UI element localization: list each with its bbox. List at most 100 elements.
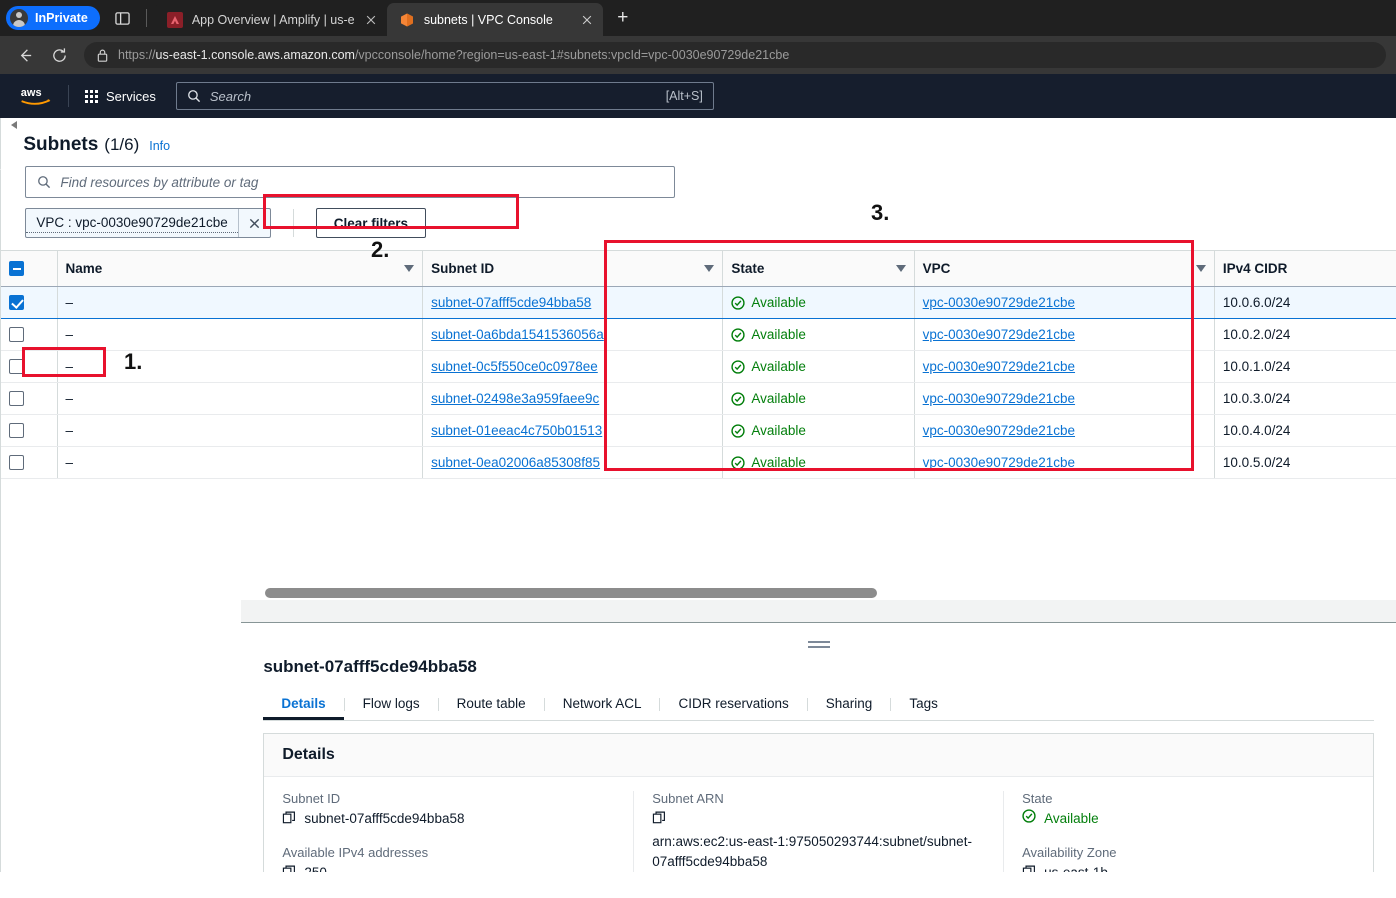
row-checkbox[interactable]	[9, 423, 25, 438]
table-row[interactable]: – subnet-0a6bda1541536056a Available vpc-00…	[1, 318, 1396, 351]
tab-flow-logs[interactable]: Flow logs	[345, 689, 438, 720]
cell-name: –	[56, 446, 423, 479]
search-row: Find resources by attribute or tag	[1, 156, 1396, 198]
table-row[interactable]: – subnet-01eeac4c750b01513 Available vpc-00…	[1, 414, 1396, 447]
inprivate-badge[interactable]: InPrivate	[6, 6, 100, 30]
tab-search-icon[interactable]	[108, 4, 138, 32]
tab-cidr-reservations[interactable]: CIDR reservations	[660, 689, 806, 720]
subnet-id-link[interactable]: subnet-0ea02006a85308f85	[431, 455, 600, 470]
subnet-id-link[interactable]: subnet-02498e3a959faee9c	[431, 391, 599, 406]
vpc-link[interactable]: vpc-0030e90729de21cbe	[923, 455, 1075, 470]
cell-vpc[interactable]: vpc-0030e90729de21cbe	[913, 446, 1215, 479]
row-select-cell[interactable]	[1, 286, 58, 319]
tab-network-acl[interactable]: Network ACL	[545, 689, 660, 720]
find-resources-input[interactable]: Find resources by attribute or tag	[25, 166, 676, 198]
select-all-header[interactable]	[1, 250, 58, 287]
vpc-filter-token-remove-icon[interactable]	[237, 209, 270, 237]
cell-ipv4-cidr: 10.0.6.0/24	[1213, 286, 1396, 319]
column-header-ipv4-cidr[interactable]: IPv4 CIDR	[1213, 250, 1396, 287]
copy-icon[interactable]	[282, 811, 296, 824]
vpc-filter-token-label: VPC : vpc-0030e90729de21cbe	[26, 213, 238, 233]
url-bar[interactable]: https://us-east-1.console.aws.amazon.com…	[84, 42, 1386, 68]
row-checkbox[interactable]	[9, 327, 25, 342]
row-checkbox[interactable]	[9, 295, 25, 310]
close-icon[interactable]	[580, 14, 594, 26]
column-header-state[interactable]: State	[722, 250, 915, 287]
tab-sharing[interactable]: Sharing	[808, 689, 891, 720]
row-select-cell[interactable]	[1, 414, 58, 447]
table-row[interactable]: – subnet-07afff5cde94bba58 Available vpc-00…	[1, 286, 1396, 319]
page-title: Subnets	[23, 134, 99, 155]
cell-subnet-id[interactable]: subnet-0c5f550ce0c0978ee	[422, 350, 723, 383]
row-select-cell[interactable]	[1, 350, 58, 383]
aws-logo-icon[interactable]: aws	[14, 85, 58, 107]
reload-button[interactable]	[44, 41, 74, 69]
row-checkbox[interactable]	[9, 391, 25, 406]
cell-name: –	[56, 414, 423, 447]
column-header-label: IPv4 CIDR	[1222, 261, 1288, 276]
cell-vpc[interactable]: vpc-0030e90729de21cbe	[913, 414, 1215, 447]
vpc-link[interactable]: vpc-0030e90729de21cbe	[923, 359, 1075, 374]
row-select-cell[interactable]	[1, 382, 58, 415]
cell-name: –	[56, 318, 423, 351]
table-row[interactable]: – subnet-02498e3a959faee9c Available vpc-00…	[1, 382, 1396, 415]
row-select-cell[interactable]	[1, 318, 58, 351]
info-link[interactable]: Info	[149, 139, 170, 153]
cell-vpc[interactable]: vpc-0030e90729de21cbe	[913, 286, 1215, 319]
sort-icon[interactable]	[704, 265, 715, 272]
cell-vpc[interactable]: vpc-0030e90729de21cbe	[913, 318, 1215, 351]
vpc-link[interactable]: vpc-0030e90729de21cbe	[923, 327, 1075, 342]
cell-subnet-id[interactable]: subnet-02498e3a959faee9c	[422, 382, 723, 415]
column-header-subnet-id[interactable]: Subnet ID	[422, 250, 723, 287]
cell-subnet-id[interactable]: subnet-01eeac4c750b01513	[422, 414, 723, 447]
details-card-title: Details	[264, 734, 1374, 777]
aws-search-box[interactable]: Search [Alt+S]	[175, 82, 714, 110]
table-horizontal-scrollbar-track[interactable]	[241, 586, 1396, 600]
subnet-id-link[interactable]: subnet-01eeac4c750b01513	[431, 423, 602, 438]
copy-icon[interactable]	[1022, 865, 1036, 872]
subnet-id-link[interactable]: subnet-0c5f550ce0c0978ee	[431, 359, 598, 374]
clear-filters-button[interactable]: Clear filters	[315, 208, 427, 238]
browser-tab-amplify[interactable]: App Overview | Amplify | us-east-	[154, 3, 387, 36]
back-button[interactable]	[10, 41, 40, 69]
row-checkbox[interactable]	[9, 455, 25, 470]
cell-subnet-id[interactable]: subnet-07afff5cde94bba58	[422, 286, 723, 319]
vpc-link[interactable]: vpc-0030e90729de21cbe	[923, 391, 1075, 406]
table-horizontal-scrollbar-thumb[interactable]	[265, 588, 878, 598]
sort-icon[interactable]	[1195, 265, 1206, 272]
column-header-vpc[interactable]: VPC	[913, 250, 1215, 287]
subnet-id-link[interactable]: subnet-0a6bda1541536056a	[431, 327, 604, 342]
table-row[interactable]: – subnet-0ea02006a85308f85 Available vpc-00…	[1, 446, 1396, 479]
sort-icon[interactable]	[895, 265, 906, 272]
cell-subnet-id[interactable]: subnet-0ea02006a85308f85	[422, 446, 723, 479]
detail-value: Available	[1022, 809, 1355, 829]
svg-text:aws: aws	[21, 87, 42, 99]
browser-tab-vpc[interactable]: subnets | VPC Console	[386, 3, 603, 36]
new-tab-button[interactable]: +	[609, 4, 637, 32]
close-icon[interactable]	[364, 14, 378, 26]
copy-icon[interactable]	[282, 865, 296, 872]
vpc-filter-token[interactable]: VPC : vpc-0030e90729de21cbe	[25, 208, 271, 238]
tab-tags[interactable]: Tags	[891, 689, 956, 720]
row-checkbox[interactable]	[9, 359, 25, 374]
tab-details[interactable]: Details	[263, 689, 343, 720]
select-all-checkbox[interactable]	[9, 261, 25, 276]
panel-resize-handle[interactable]	[807, 641, 830, 651]
copy-icon[interactable]	[652, 811, 666, 824]
cell-vpc[interactable]: vpc-0030e90729de21cbe	[913, 350, 1215, 383]
row-select-cell[interactable]	[1, 446, 58, 479]
cell-vpc[interactable]: vpc-0030e90729de21cbe	[913, 382, 1215, 415]
table-row[interactable]: – subnet-0c5f550ce0c0978ee Available vpc-00…	[1, 350, 1396, 383]
vpc-link[interactable]: vpc-0030e90729de21cbe	[923, 295, 1075, 310]
cell-subnet-id[interactable]: subnet-0a6bda1541536056a	[422, 318, 723, 351]
tab-route-table[interactable]: Route table	[439, 689, 544, 720]
url-text: https://us-east-1.console.aws.amazon.com…	[118, 48, 789, 62]
table-header-row: Name Subnet ID State VPC IPv4 CIDR	[1, 250, 1396, 287]
column-header-name[interactable]: Name	[56, 250, 423, 287]
vpc-link[interactable]: vpc-0030e90729de21cbe	[923, 423, 1075, 438]
browser-tabstrip: InPrivate App Overview | Amplify | us-ea…	[0, 0, 1396, 36]
subnet-id-link[interactable]: subnet-07afff5cde94bba58	[431, 295, 591, 310]
table-scroll-left-arrow[interactable]	[11, 121, 18, 129]
services-menu-button[interactable]: Services	[79, 89, 162, 104]
sort-icon[interactable]	[404, 265, 415, 272]
